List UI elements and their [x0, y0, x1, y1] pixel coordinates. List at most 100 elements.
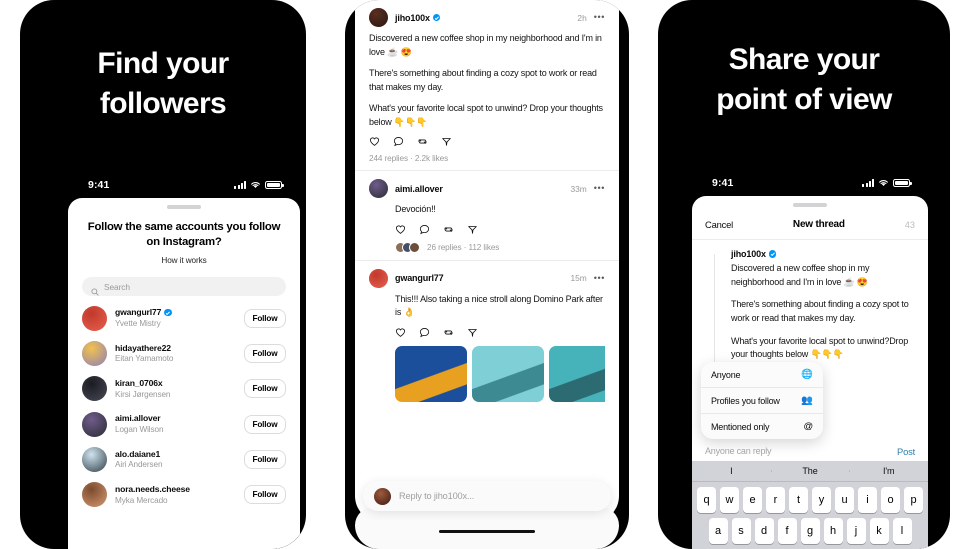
media-carousel[interactable]: [369, 345, 605, 402]
list-item[interactable]: aimi.allover Logan Wilson Follow: [68, 406, 300, 441]
keyboard-predictions[interactable]: I The I'm: [692, 461, 928, 482]
key-a[interactable]: a: [708, 518, 728, 544]
how-it-works-link[interactable]: How it works: [68, 256, 300, 265]
follow-button[interactable]: Follow: [244, 450, 286, 469]
follow-button[interactable]: Follow: [244, 485, 286, 505]
key-l[interactable]: l: [892, 518, 912, 544]
repost-icon[interactable]: [417, 136, 428, 147]
prediction-chip[interactable]: I'm: [849, 466, 928, 476]
composer-area[interactable]: jiho100x Discovered a new coffee shop in…: [692, 240, 928, 439]
list-item[interactable]: alo.daiane1 Airi Andersen Follow: [68, 442, 300, 477]
list-item[interactable]: gwangurl77 Yvette Mistry Follow: [68, 300, 300, 335]
post-username[interactable]: gwangurl77: [395, 273, 444, 283]
wifi-icon: [878, 179, 889, 187]
character-count: 43: [904, 219, 915, 230]
account-fullname: Yvette Mistry: [115, 318, 161, 328]
status-bar-3: 9:41: [692, 170, 928, 196]
on-screen-keyboard[interactable]: I The I'm qwertyuiop asdfghjkl: [692, 461, 928, 549]
home-indicator: [439, 529, 535, 533]
key-y[interactable]: y: [812, 487, 831, 513]
reply-icon[interactable]: [419, 327, 430, 338]
menu-item[interactable]: Anyone 🌐: [701, 362, 823, 387]
follow-button[interactable]: Follow: [244, 414, 286, 434]
key-k[interactable]: k: [869, 518, 889, 544]
more-options-icon[interactable]: •••: [594, 13, 605, 22]
reply-icon[interactable]: [393, 136, 404, 147]
key-t[interactable]: t: [789, 487, 808, 513]
composer-username: jiho100x: [731, 249, 915, 259]
like-icon[interactable]: [395, 224, 406, 235]
share-icon[interactable]: [441, 136, 452, 147]
key-s[interactable]: s: [731, 518, 751, 544]
account-username: aimi.allover: [115, 413, 161, 424]
app-store-panel-2: Connect overconversation jiho100x2h•••Di…: [345, 0, 629, 549]
media-thumbnail[interactable]: [472, 345, 544, 402]
like-icon[interactable]: [395, 327, 406, 338]
composer-text[interactable]: Discovered a new coffee shop in my neigh…: [731, 262, 915, 362]
key-q[interactable]: q: [697, 487, 716, 513]
prediction-chip[interactable]: I: [692, 466, 771, 476]
prediction-chip[interactable]: The: [770, 466, 850, 476]
more-options-icon[interactable]: •••: [594, 273, 605, 283]
follow-button[interactable]: Follow: [244, 308, 286, 328]
follow-button[interactable]: Follow: [244, 379, 286, 399]
key-j[interactable]: j: [846, 518, 866, 544]
follow-button[interactable]: Follow: [244, 343, 286, 363]
key-u[interactable]: u: [835, 487, 854, 513]
post-button[interactable]: Post: [897, 446, 915, 457]
like-icon[interactable]: [369, 136, 380, 147]
follow-suggestion-list: gwangurl77 Yvette Mistry Follow hidayathere…: [68, 300, 300, 512]
reply-icon[interactable]: [419, 224, 430, 235]
share-icon[interactable]: [467, 224, 478, 235]
reply-composer-bar[interactable]: Reply to jiho100x...: [363, 481, 611, 511]
post-header: gwangurl77 15m •••: [369, 268, 605, 288]
key-h[interactable]: h: [823, 518, 843, 544]
post-meta[interactable]: 244 replies · 2.2k likes: [369, 154, 605, 163]
keyboard-row-1[interactable]: qwertyuiop: [692, 482, 928, 513]
share-icon[interactable]: [467, 327, 478, 338]
key-r[interactable]: r: [766, 487, 785, 513]
key-d[interactable]: d: [754, 518, 774, 544]
post-timestamp: 2h: [577, 12, 587, 23]
more-options-icon[interactable]: •••: [594, 184, 605, 193]
key-w[interactable]: w: [720, 487, 739, 513]
thread-post[interactable]: jiho100x 2h ••• Discovered a new coffee sho…: [355, 0, 619, 170]
key-g[interactable]: g: [800, 518, 820, 544]
key-i[interactable]: i: [858, 487, 877, 513]
media-thumbnail[interactable]: [395, 345, 467, 402]
post-username[interactable]: jiho100x: [395, 13, 441, 23]
cancel-button[interactable]: Cancel: [705, 219, 733, 230]
thread-post-list: jiho100x 2h ••• Discovered a new coffee sho…: [355, 0, 619, 409]
list-item[interactable]: hidayathere22 Eitan Yamamoto Follow: [68, 336, 300, 371]
avatar: [369, 179, 388, 198]
key-e[interactable]: e: [743, 487, 762, 513]
reply-placeholder: Reply to jiho100x...: [399, 491, 475, 501]
list-item[interactable]: kiran_0706x Kirsi Jørgensen Follow: [68, 371, 300, 406]
repost-icon[interactable]: [443, 327, 454, 338]
key-o[interactable]: o: [881, 487, 900, 513]
status-time: 9:41: [712, 177, 734, 189]
audience-dropdown-menu[interactable]: Anyone 🌐 Profiles you follow 👥 Mentioned onl…: [701, 362, 823, 439]
post-action-bar: [369, 327, 605, 338]
thread-post[interactable]: gwangurl77 15m ••• This!!! Also taking a ni…: [355, 259, 619, 409]
search-input[interactable]: Search: [82, 277, 286, 297]
thread-post[interactable]: aimi.allover 33m ••• Devoción!! 26 replies ·…: [355, 170, 619, 260]
keyboard-row-2[interactable]: asdfghjkl: [692, 513, 928, 544]
reply-policy-row: Anyone can reply Post: [692, 441, 928, 461]
avatar: [82, 376, 107, 402]
avatar: [82, 482, 107, 508]
account-username: alo.daiane1: [115, 448, 161, 459]
post-meta[interactable]: 26 replies · 112 likes: [369, 241, 605, 253]
list-item[interactable]: nora.needs.cheese Myka Mercado Follow: [68, 477, 300, 512]
sheet-grabber[interactable]: [793, 203, 827, 207]
repost-icon[interactable]: [443, 224, 454, 235]
key-p[interactable]: p: [904, 487, 923, 513]
key-f[interactable]: f: [777, 518, 797, 544]
account-username: gwangurl77: [115, 307, 236, 317]
reply-policy-label[interactable]: Anyone can reply: [705, 446, 772, 456]
menu-item[interactable]: Mentioned only @: [701, 413, 823, 439]
post-header: jiho100x 2h •••: [369, 8, 605, 27]
post-username[interactable]: aimi.allover: [395, 184, 443, 194]
menu-item[interactable]: Profiles you follow 👥: [701, 387, 823, 413]
media-thumbnail[interactable]: [549, 345, 605, 402]
